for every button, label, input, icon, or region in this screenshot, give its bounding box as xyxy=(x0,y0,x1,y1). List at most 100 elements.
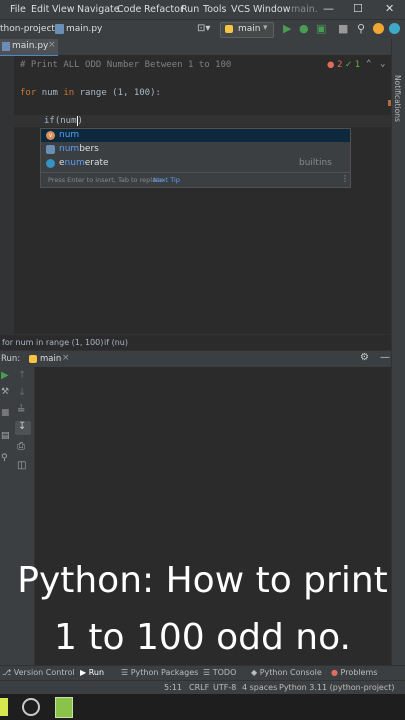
layout-icon[interactable]: ▤ xyxy=(1,431,10,441)
run-tool-header: Run: main × ⚙ — xyxy=(0,350,391,370)
tab-label: Version Control xyxy=(13,668,75,677)
close-tab-icon[interactable]: × xyxy=(48,40,56,50)
line-ending[interactable]: CRLF xyxy=(189,683,209,692)
var-num: num xyxy=(41,88,58,98)
code-breadcrumb: for num in range (1, 100) › if (nu) xyxy=(0,334,391,351)
soft-wrap-icon[interactable]: ≟ xyxy=(17,405,25,416)
stop-icon[interactable]: ■ xyxy=(338,22,348,35)
encoding[interactable]: UTF-8 xyxy=(213,683,236,692)
stop-icon[interactable]: ■ xyxy=(1,408,10,418)
notepad-taskbar-icon[interactable] xyxy=(55,697,73,718)
tab-python-console[interactable]: ◆ Python Console xyxy=(251,668,322,677)
window-title: main. xyxy=(291,4,318,15)
run-config-select[interactable]: main ▾ xyxy=(220,22,274,38)
pin-icon[interactable]: ⚲ xyxy=(1,453,8,463)
menu-navigate[interactable]: Navigate xyxy=(77,4,120,15)
vcs-user-icon[interactable]: ⊡▾ xyxy=(197,23,210,34)
close-icon[interactable]: ✕ xyxy=(385,2,394,15)
completion-item-num[interactable]: v num xyxy=(41,129,350,142)
menu-refactor[interactable]: Refactor xyxy=(144,4,184,15)
hide-icon[interactable]: — xyxy=(380,352,390,363)
python-file-icon xyxy=(2,42,10,51)
tab-label: Problems xyxy=(340,668,378,677)
tab-problems[interactable]: ● Problems xyxy=(331,668,377,677)
menu-code[interactable]: Code xyxy=(117,4,141,15)
keyword-in: in xyxy=(63,88,75,98)
completion-item-numbers[interactable]: numbers xyxy=(41,143,350,156)
next-tip-link[interactable]: Next Tip xyxy=(153,176,180,184)
run-icon[interactable]: ▶ xyxy=(283,22,291,35)
completion-popup: v num numbers enumerate builtins Press E… xyxy=(40,128,351,188)
class-icon xyxy=(46,159,55,168)
tab-version-control[interactable]: ⎇ Version Control xyxy=(2,668,75,677)
coverage-icon[interactable]: ▣ xyxy=(316,22,326,35)
cursor-position[interactable]: 5:11 xyxy=(164,683,182,692)
variable-icon: v xyxy=(46,131,55,140)
rerun-icon[interactable]: ▶ xyxy=(1,370,9,381)
maximize-icon[interactable]: ☐ xyxy=(353,2,363,15)
scroll-to-end-button[interactable]: ↧ xyxy=(15,421,31,435)
arrow-down-icon[interactable]: ↓ xyxy=(18,387,26,398)
editor-tabs: main.py × xyxy=(0,39,405,57)
menu-vcs[interactable]: VCS xyxy=(231,4,250,15)
arrow-up-icon[interactable]: ↑ xyxy=(18,370,26,381)
check-count[interactable]: ✓ 1 xyxy=(345,60,360,70)
trash-icon[interactable]: ◫ xyxy=(17,460,26,471)
completion-hint: Press Enter to insert, Tab to replace Ne… xyxy=(41,172,350,187)
breadcrumb-if[interactable]: if (nu) xyxy=(104,338,128,347)
python-icon xyxy=(225,25,233,33)
chevron-right-icon: › xyxy=(93,338,97,347)
match-prefix: num xyxy=(59,144,80,154)
notifications-tab[interactable]: Notifications xyxy=(393,75,402,122)
check-number: 1 xyxy=(354,60,361,70)
match-mid: num xyxy=(64,158,85,168)
run-label: Run: xyxy=(1,354,21,364)
chevron-up-icon[interactable]: ⌃ xyxy=(366,59,371,69)
tab-label: main.py xyxy=(12,41,49,51)
menu-view[interactable]: View xyxy=(52,4,75,15)
print-icon[interactable]: ⎙ xyxy=(17,441,25,452)
indent[interactable]: 4 spaces xyxy=(242,683,277,692)
warning-number: 2 xyxy=(337,60,343,70)
gutter xyxy=(0,56,14,334)
update-icon[interactable] xyxy=(373,23,384,34)
plugin-icon[interactable] xyxy=(389,23,400,34)
tab-main-py[interactable]: main.py × xyxy=(0,39,58,57)
menu-window[interactable]: Window xyxy=(253,4,290,15)
menu-file[interactable]: File xyxy=(10,4,26,15)
completion-source: builtins xyxy=(299,158,332,168)
debug-icon[interactable]: ● xyxy=(299,22,309,35)
search-icon[interactable]: ⚲ xyxy=(357,22,365,35)
pycharm-taskbar-icon[interactable] xyxy=(0,698,8,716)
tab-run[interactable]: ▶ Run xyxy=(80,668,104,677)
tab-todo[interactable]: ☰ TODO xyxy=(203,668,236,677)
overlay-line-1: Python: How to print xyxy=(17,560,388,601)
warning-count[interactable]: ● 2 xyxy=(327,60,343,70)
menu-edit[interactable]: Edit xyxy=(31,4,49,15)
code-editor[interactable]: # Print ALL ODD Number Between 1 to 100 … xyxy=(0,56,391,334)
file-crumb[interactable]: main.py xyxy=(66,24,102,34)
menu-run[interactable]: Run xyxy=(181,4,199,15)
breadcrumb-for[interactable]: for num in range (1, 100) xyxy=(2,338,103,347)
menu-tools[interactable]: Tools xyxy=(203,4,226,15)
scroll-end-icon: ↧ xyxy=(18,421,27,432)
chevron-right-icon: › xyxy=(47,23,51,33)
code-line-if: if(num) xyxy=(44,116,83,126)
completion-label: num xyxy=(59,130,80,140)
interpreter[interactable]: Python 3.11 (python-project) xyxy=(279,683,395,692)
tab-label: Run xyxy=(88,668,105,677)
navigation-bar: thon-project › main.py ⊡▾ main ▾ ▶ ● ▣ ■… xyxy=(0,19,405,40)
close-icon[interactable]: × xyxy=(62,353,70,363)
code-line-comment: # Print ALL ODD Number Between 1 to 100 xyxy=(20,60,232,70)
chevron-down-icon[interactable]: ⌄ xyxy=(380,59,385,69)
tab-python-packages[interactable]: ☰ Python Packages xyxy=(121,668,198,677)
run-tab-label: main xyxy=(40,354,62,364)
match-rest: bers xyxy=(79,144,99,154)
minimize-icon[interactable]: — xyxy=(323,2,334,15)
if-prefix: if( xyxy=(44,116,61,126)
wrench-icon[interactable]: ⚒ xyxy=(1,387,9,397)
obs-taskbar-icon[interactable] xyxy=(22,698,40,716)
completion-item-enumerate[interactable]: enumerate builtins xyxy=(41,157,350,170)
more-icon[interactable]: ⋮ xyxy=(341,174,349,183)
gear-icon[interactable]: ⚙ xyxy=(360,352,369,363)
